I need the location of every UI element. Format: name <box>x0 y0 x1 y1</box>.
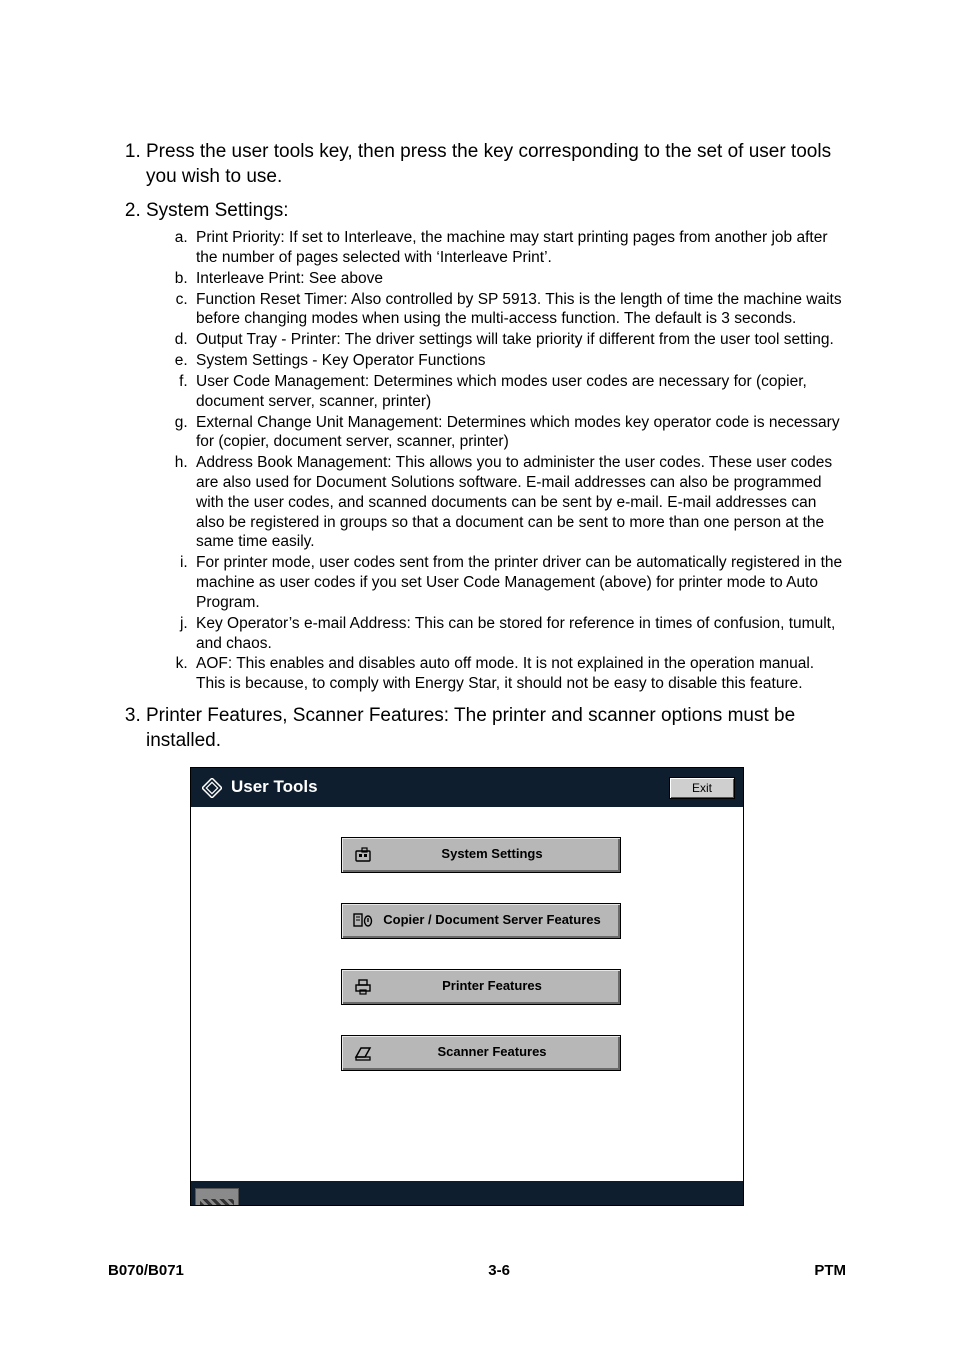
scanner-features-button[interactable]: Scanner Features <box>341 1035 621 1071</box>
step-3: Printer Features, Scanner Features: The … <box>146 704 846 1205</box>
footer-right: PTM <box>814 1262 846 1279</box>
footer-left: B070/B071 <box>108 1262 184 1279</box>
sub-b: Interleave Print: See above <box>192 269 846 289</box>
scanner-icon <box>352 1042 374 1064</box>
page-footer: B070/B071 3-6 PTM <box>108 1262 846 1279</box>
panel-body: System Settings <box>191 807 743 1181</box>
scanner-features-label: Scanner Features <box>374 1044 610 1061</box>
settings-device-icon <box>352 844 374 866</box>
panel-header: User Tools Exit <box>191 768 743 806</box>
sub-h: Address Book Management: This allows you… <box>192 453 846 552</box>
footer-decoration-icon <box>195 1188 239 1205</box>
printer-features-label: Printer Features <box>374 978 610 995</box>
sub-e: System Settings - Key Operator Functions <box>192 351 846 371</box>
sub-g: External Change Unit Management: Determi… <box>192 413 846 453</box>
panel-title: User Tools <box>231 776 318 798</box>
sub-i: For printer mode, user codes sent from t… <box>192 553 846 612</box>
sub-a: Print Priority: If set to Interleave, th… <box>192 228 846 268</box>
sub-f: User Code Management: Determines which m… <box>192 372 846 412</box>
step-3-text: Printer Features, Scanner Features: The … <box>146 705 795 751</box>
copier-document-icon <box>352 910 374 932</box>
step-2-text: System Settings: <box>146 200 289 221</box>
step-1-text: Press the user tools key, then press the… <box>146 141 831 187</box>
user-tools-panel: User Tools Exit <box>190 767 744 1205</box>
diamond-icon <box>201 777 223 799</box>
sub-c: Function Reset Timer: Also controlled by… <box>192 290 846 330</box>
exit-button[interactable]: Exit <box>669 777 735 799</box>
footer-center: 3-6 <box>488 1262 510 1279</box>
panel-footer <box>191 1181 743 1205</box>
copier-features-button[interactable]: Copier / Document Server Features <box>341 903 621 939</box>
step-1: Press the user tools key, then press the… <box>146 140 846 189</box>
copier-features-label: Copier / Document Server Features <box>374 912 610 929</box>
printer-icon <box>352 976 374 998</box>
sub-j: Key Operator’s e-mail Address: This can … <box>192 614 846 654</box>
sub-d: Output Tray - Printer: The driver settin… <box>192 330 846 350</box>
printer-features-button[interactable]: Printer Features <box>341 969 621 1005</box>
instruction-list: Press the user tools key, then press the… <box>108 140 846 1206</box>
system-settings-label: System Settings <box>374 846 610 863</box>
step-2-sublist: Print Priority: If set to Interleave, th… <box>146 228 846 694</box>
sub-k: AOF: This enables and disables auto off … <box>192 654 846 694</box>
step-2: System Settings: Print Priority: If set … <box>146 199 846 694</box>
system-settings-button[interactable]: System Settings <box>341 837 621 873</box>
